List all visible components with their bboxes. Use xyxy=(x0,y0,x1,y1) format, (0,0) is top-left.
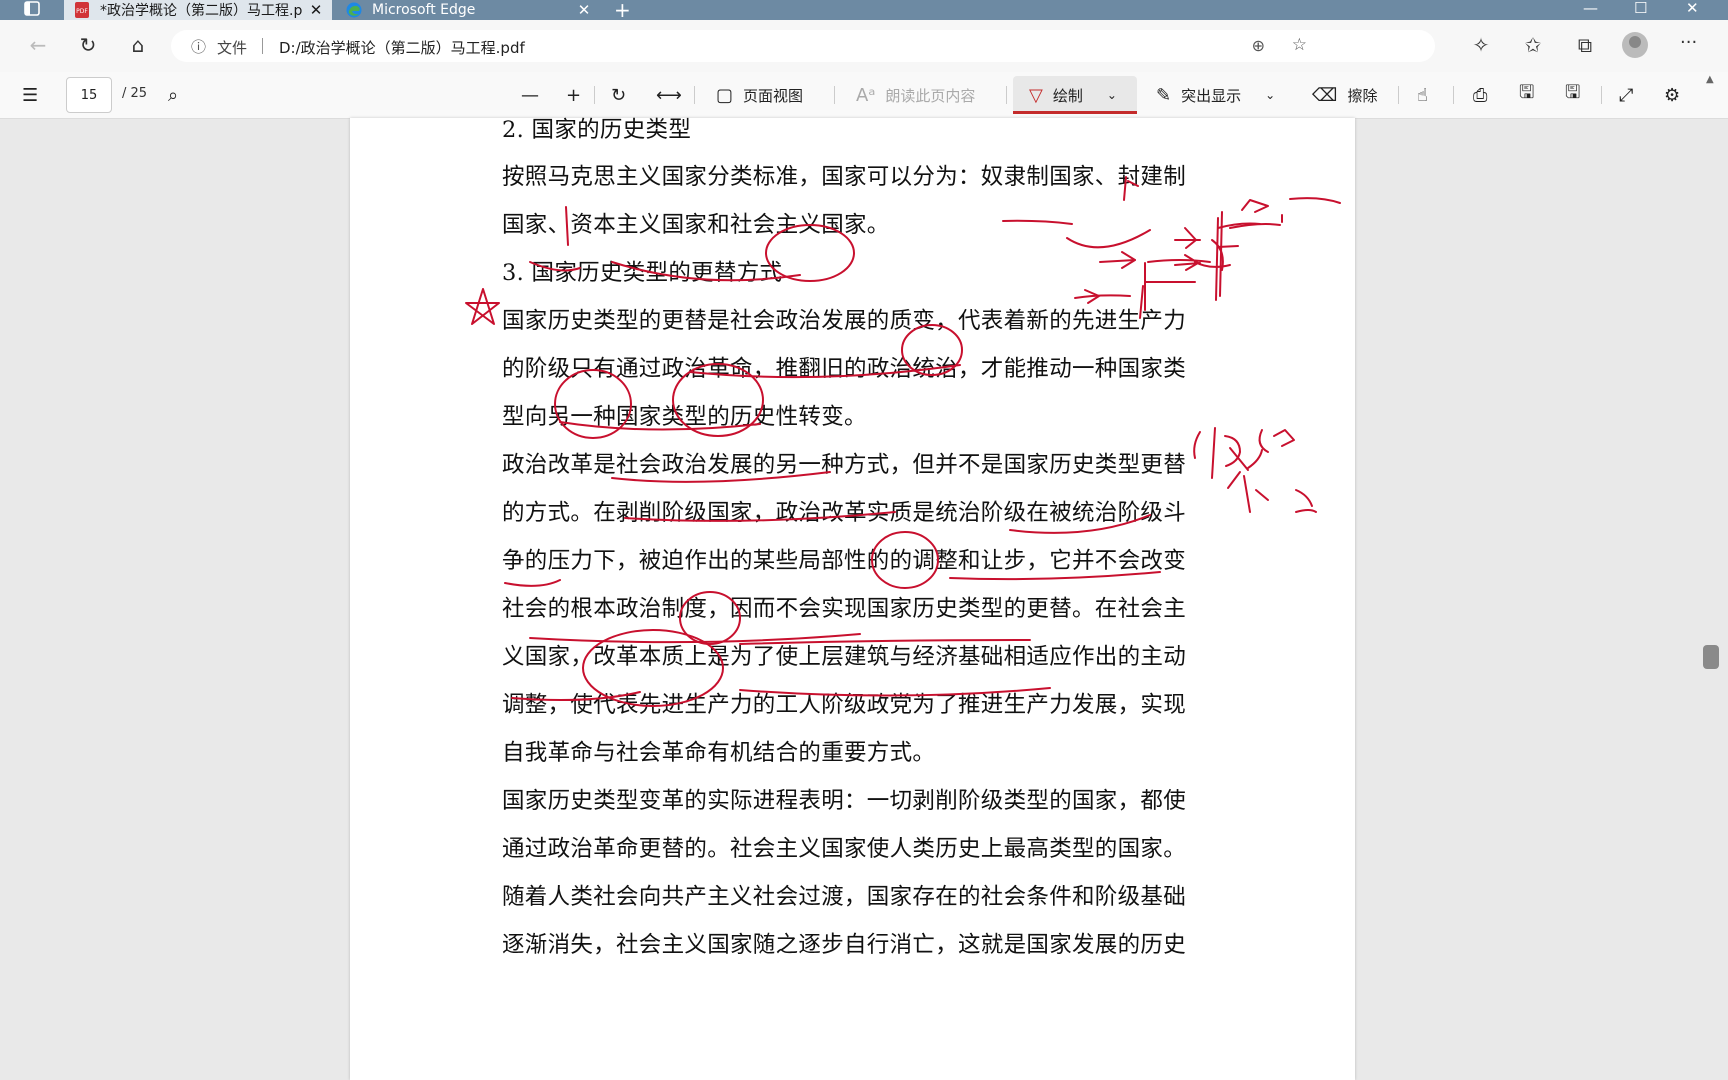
tab-title: *政治学概论（第二版）马工程.p xyxy=(100,3,303,19)
highlight-icon: ✎ xyxy=(1156,84,1172,106)
settings-icon[interactable]: ⚙ xyxy=(1664,72,1690,118)
scroll-up-icon[interactable]: ▲ xyxy=(1706,74,1714,85)
toc-icon[interactable]: ☰ xyxy=(22,72,48,118)
text-line: 通过政治革命更替的。社会主义国家使人类历史上最高类型的国家。 xyxy=(502,836,1187,862)
read-aloud-label: 朗读此页内容 xyxy=(885,86,976,105)
address-url[interactable]: D:/政治学概论（第二版）马工程.pdf xyxy=(279,37,525,58)
more-icon[interactable]: ··· xyxy=(1680,32,1697,53)
save-as-icon[interactable]: 🖫 xyxy=(1565,72,1590,118)
chevron-down-icon[interactable]: ⌄ xyxy=(1265,88,1275,102)
text-line: 3. 国家历史类型的更替方式 xyxy=(502,260,783,286)
text-line: 调整，使代表先进生产力的工人阶级政党为了推进生产力发展，实现 xyxy=(502,692,1187,718)
minimize-icon[interactable]: — xyxy=(1583,0,1598,17)
toolbar-divider xyxy=(834,86,835,104)
tab-pdf[interactable]: PDF *政治学概论（第二版）马工程.p ✕ xyxy=(64,0,332,20)
text-line: 随着人类社会向共产主义社会过渡，国家存在的社会条件和阶级基础 xyxy=(502,884,1187,910)
page-view-button[interactable]: ▢ 页面视图 xyxy=(716,72,803,118)
toolbar-divider xyxy=(1006,86,1007,104)
toolbar-divider xyxy=(1398,86,1399,104)
text-line: 社会的根本政治制度，因而不会实现国家历史类型的更替。在社会主 xyxy=(502,596,1187,622)
print-icon[interactable]: ⎙ xyxy=(1473,72,1497,118)
highlight-button[interactable]: ✎ 突出显示 ⌄ xyxy=(1156,72,1275,118)
toolbar-divider xyxy=(1601,86,1602,104)
edge-icon xyxy=(346,2,362,18)
erase-button[interactable]: ⌫ 擦除 xyxy=(1312,72,1377,118)
text-line: 国家、资本主义国家和社会主义国家。 xyxy=(502,212,890,238)
draw-label: 绘制 xyxy=(1052,86,1083,105)
save-icon[interactable]: 🖫 xyxy=(1519,72,1544,118)
text-line: 2. 国家的历史类型 xyxy=(502,117,692,143)
read-aloud-icon: Aᵃ xyxy=(856,84,876,106)
text-line: 型向另一种国家类型的历史性转变。 xyxy=(502,404,867,430)
favorite-add-icon[interactable]: ☆ xyxy=(1292,35,1307,55)
home-icon[interactable]: ⌂ xyxy=(125,32,151,58)
text-line: 国家历史类型的更替是社会政治发展的质变，代表着新的先进生产力 xyxy=(502,308,1187,334)
page-view-icon: ▢ xyxy=(716,84,734,106)
toolbar-divider xyxy=(1453,86,1454,104)
maximize-icon[interactable]: ☐ xyxy=(1634,0,1647,17)
fullscreen-icon[interactable]: ⤢ xyxy=(1619,72,1643,118)
zoom-icon[interactable]: ⊕ xyxy=(1252,36,1265,55)
eraser-icon: ⌫ xyxy=(1312,84,1338,106)
page-view-label: 页面视图 xyxy=(743,86,804,105)
text-line: 自我革命与社会革命有机结合的重要方式。 xyxy=(502,740,936,766)
address-bar[interactable]: ⓘ 文件 D:/政治学概论（第二版）马工程.pdf ⊕ ☆ xyxy=(171,30,1435,62)
text-line: 义国家，改革本质上是为了使上层建筑与经济基础相适应作出的主动 xyxy=(502,644,1187,670)
text-line: 的方式。在剥削阶级国家，政治改革实质是统治阶级在被统治阶级斗 xyxy=(502,500,1187,526)
text-line: 争的压力下，被迫作出的某些局部性的的调整和让步，它并不会改变 xyxy=(502,548,1187,574)
window-icon[interactable] xyxy=(24,1,40,17)
address-scheme-label: 文件 xyxy=(217,39,248,57)
svg-text:PDF: PDF xyxy=(76,8,88,15)
toolbar-divider xyxy=(694,86,695,104)
text-line: 国家历史类型变革的实际进程表明：一切剥削阶级类型的国家，都使 xyxy=(502,788,1187,814)
highlight-label: 突出显示 xyxy=(1181,86,1242,105)
search-icon[interactable]: ⌕ xyxy=(168,72,188,118)
draw-icon: ▽ xyxy=(1029,84,1043,106)
toolbar-divider xyxy=(594,86,595,104)
read-aloud-button[interactable]: Aᵃ 朗读此页内容 xyxy=(856,72,975,118)
window-close-icon[interactable]: ✕ xyxy=(1686,0,1699,17)
title-bar: PDF *政治学概论（第二版）马工程.p ✕ Microsoft Edge ✕ … xyxy=(0,0,1728,22)
text-line: 按照马克思主义国家分类标准，国家可以分为：奴隶制国家、封建制 xyxy=(502,164,1187,190)
touch-icon[interactable]: ☝ xyxy=(1417,72,1438,118)
tab-title: Microsoft Edge xyxy=(372,2,476,18)
extensions-icon[interactable]: ✧ xyxy=(1468,32,1494,58)
new-tab-icon[interactable]: + xyxy=(614,0,631,22)
collections-icon[interactable]: ⧉ xyxy=(1572,32,1598,58)
erase-label: 擦除 xyxy=(1347,86,1378,105)
refresh-icon[interactable]: ↻ xyxy=(75,32,101,58)
pdf-icon: PDF xyxy=(75,2,89,18)
navigation-bar: ← ↻ ⌂ ⓘ 文件 D:/政治学概论（第二版）马工程.pdf ⊕ ☆ ✧ ✩ … xyxy=(0,20,1728,72)
text-line: 政治改革是社会政治发展的另一种方式，但并不是国家历史类型更替 xyxy=(502,452,1187,478)
chevron-down-icon[interactable]: ⌄ xyxy=(1107,88,1117,102)
close-icon[interactable]: ✕ xyxy=(306,1,326,19)
text-line: 的阶级只有通过政治革命，推翻旧的政治统治，才能推动一种国家类 xyxy=(502,356,1187,382)
scrollbar-thumb[interactable] xyxy=(1703,645,1719,669)
draw-button[interactable]: ▽ 绘制 ⌄ xyxy=(1029,72,1117,118)
tab-edge[interactable]: Microsoft Edge ✕ xyxy=(336,0,600,20)
back-icon[interactable]: ← xyxy=(25,32,51,58)
pdf-toolbar: ☰ 15 / 25 ⌕ — + ↻ ⟷ ▢ 页面视图 Aᵃ 朗读此页内容 ▽ 绘制 ⌄ … xyxy=(0,72,1728,119)
page-total: / 25 xyxy=(122,86,148,101)
info-icon[interactable]: ⓘ xyxy=(191,36,206,57)
close-icon[interactable]: ✕ xyxy=(574,1,594,19)
page-number-input[interactable]: 15 xyxy=(66,77,112,113)
address-divider xyxy=(262,38,263,54)
text-line: 逐渐消失，社会主义国家随之逐步自行消亡，这就是国家发展的历史 xyxy=(502,932,1187,958)
avatar[interactable] xyxy=(1622,32,1648,58)
favorites-icon[interactable]: ✩ xyxy=(1520,32,1546,58)
